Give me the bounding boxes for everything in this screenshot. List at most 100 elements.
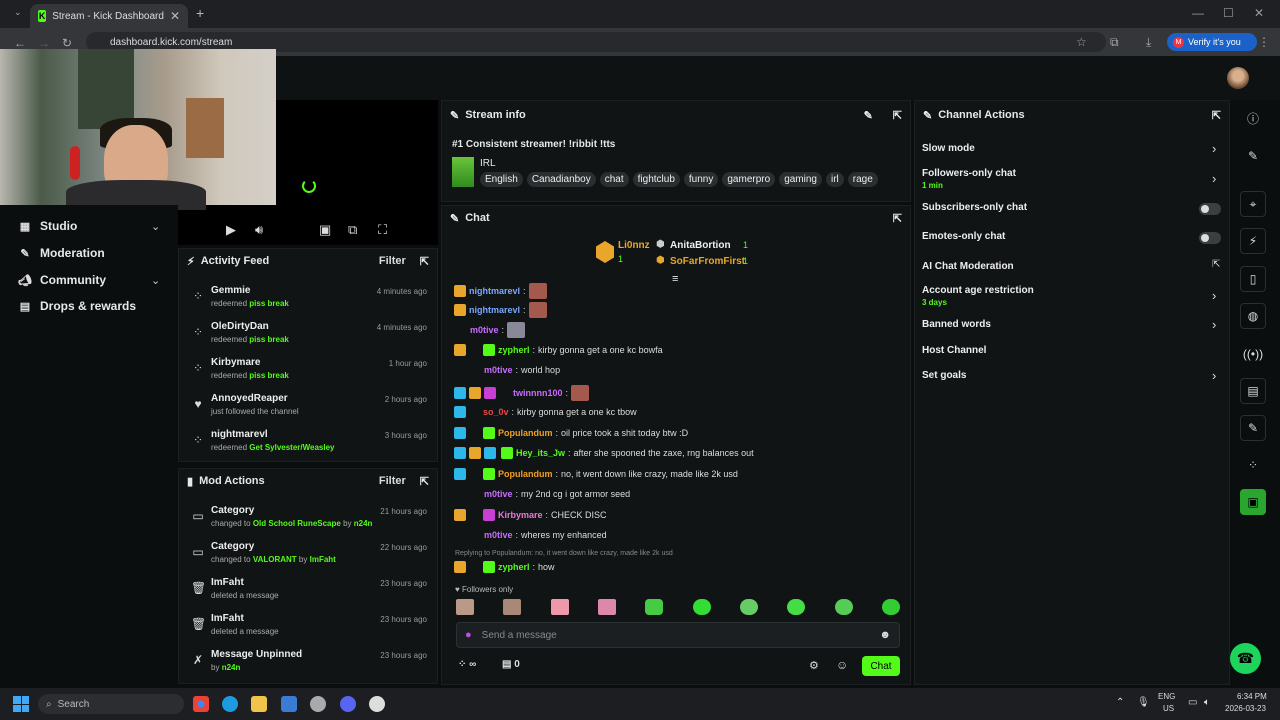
action-banned-words[interactable]: Banned words xyxy=(922,319,991,330)
leader-name[interactable]: Li0nnz xyxy=(618,240,650,251)
discord-icon[interactable] xyxy=(340,696,356,712)
popout-icon[interactable]: ⇱ xyxy=(893,109,902,122)
info-icon[interactable]: ⓘ xyxy=(1240,105,1266,131)
close-tab-icon[interactable]: ✕ xyxy=(170,9,180,23)
lang-label[interactable]: ENG xyxy=(1158,692,1175,701)
chat-username[interactable]: so_0v xyxy=(483,407,509,417)
chat-username[interactable]: Hey_its_Jw xyxy=(516,448,565,458)
close-window-icon[interactable]: ✕ xyxy=(1254,6,1264,20)
stream-category[interactable]: IRL xyxy=(480,158,496,169)
action-ai-moderation[interactable]: AI Chat Moderation xyxy=(922,261,1014,272)
emote-icon[interactable] xyxy=(645,599,664,615)
chevron-right-icon[interactable]: › xyxy=(1212,288,1216,303)
sidebar-item-community[interactable]: 📣︎ Community xyxy=(18,273,106,287)
external-link-icon[interactable]: ⇱ xyxy=(1212,259,1220,270)
menu-kebab-icon[interactable]: ⋮ xyxy=(1258,35,1270,49)
download-icon[interactable]: ⤓ xyxy=(1146,35,1151,50)
emotes-only-toggle[interactable] xyxy=(1199,232,1221,244)
chrome-icon[interactable] xyxy=(193,696,209,712)
chat-username[interactable]: Populandum xyxy=(498,428,553,438)
chevron-right-icon[interactable]: › xyxy=(1212,171,1216,186)
theater-mode-icon[interactable]: ▣ xyxy=(319,222,331,238)
action-account-age[interactable]: Account age restriction 3 days xyxy=(922,285,1034,307)
action-slow-mode[interactable]: Slow mode xyxy=(922,143,975,154)
chevron-right-icon[interactable]: › xyxy=(1212,317,1216,332)
chat-username[interactable]: m0tive xyxy=(484,489,513,499)
emote-picker-icon[interactable]: ☺ xyxy=(836,658,848,672)
chat-username[interactable]: zypherl xyxy=(498,562,530,572)
maximize-icon[interactable]: ☐ xyxy=(1223,6,1234,20)
activity-user[interactable]: OleDirtyDan xyxy=(211,321,269,332)
extensions-icon[interactable]: ⧉ xyxy=(1110,35,1119,50)
bolt-icon[interactable]: ⚡︎ xyxy=(1240,228,1266,254)
back-icon[interactable]: ← xyxy=(14,36,26,50)
emote-icon[interactable] xyxy=(881,599,900,615)
action-followers-only[interactable]: Followers-only chat 1 min xyxy=(922,168,1016,190)
microphone-icon[interactable]: ● xyxy=(465,629,472,641)
chevron-down-icon[interactable]: ⌄ xyxy=(151,220,160,233)
help-chat-button[interactable]: ☎︎ xyxy=(1230,643,1261,674)
app-icon[interactable] xyxy=(310,696,326,712)
action-host-channel[interactable]: Host Channel xyxy=(922,345,986,356)
chat-username[interactable]: zypherl xyxy=(498,345,530,355)
popout-icon[interactable]: ⇱ xyxy=(893,212,902,225)
leader-name[interactable]: AnitaBortion xyxy=(670,240,731,251)
emote-icon[interactable] xyxy=(834,599,853,615)
points-icon[interactable]: ⁘ xyxy=(1240,452,1266,478)
popout-icon[interactable]: ⇱ xyxy=(1212,109,1221,122)
obs-icon[interactable] xyxy=(369,696,385,712)
minimize-icon[interactable]: — xyxy=(1192,6,1204,20)
edge-icon[interactable] xyxy=(222,696,238,712)
emote-icon[interactable] xyxy=(787,599,806,615)
verify-button[interactable]: M Verify it's you xyxy=(1167,33,1257,51)
wrench-icon[interactable]: ✎ xyxy=(1240,415,1266,441)
network-icon[interactable]: ▭ xyxy=(1188,697,1197,708)
send-chat-button[interactable]: Chat xyxy=(862,656,900,676)
tab-list-icon[interactable]: ⌄ xyxy=(14,7,22,18)
activity-user[interactable]: Gemmie xyxy=(211,285,250,296)
file-explorer-icon[interactable] xyxy=(251,696,267,712)
target-icon[interactable]: ⌖ xyxy=(1240,191,1266,217)
document-icon[interactable]: ▯ xyxy=(1240,266,1266,292)
edit-icon[interactable]: ✎ xyxy=(1240,143,1266,169)
leader-name[interactable]: SoFarFromFirst xyxy=(670,256,745,267)
chat-username[interactable]: nightmarevl xyxy=(469,305,520,315)
chevron-down-icon[interactable]: ⌄ xyxy=(151,274,160,287)
chevron-right-icon[interactable]: › xyxy=(1212,141,1216,156)
chat-username[interactable]: twinnnn100 xyxy=(513,388,563,398)
activity-user[interactable]: AnnoyedReaper xyxy=(211,393,288,404)
broadcast-icon[interactable]: ((•)) xyxy=(1240,341,1266,367)
chat-input[interactable]: ● Send a message ☻ xyxy=(456,622,900,648)
chat-username[interactable]: m0tive xyxy=(470,325,499,335)
pip-icon[interactable]: ⧉ xyxy=(348,222,357,238)
popout-icon[interactable]: ⇱ xyxy=(420,255,429,268)
sidebar-item-drops[interactable]: ▤ Drops & rewards xyxy=(18,299,136,313)
chat-settings-gear-icon[interactable]: ⚙ xyxy=(809,659,819,672)
avatar[interactable] xyxy=(1227,67,1249,89)
play-icon[interactable]: ▶ xyxy=(226,222,236,238)
fullscreen-icon[interactable]: ⛶ xyxy=(378,222,387,238)
emote-icon[interactable] xyxy=(739,599,758,615)
gift-indicator[interactable]: ▤ 0 xyxy=(502,659,520,670)
chat-username[interactable]: m0tive xyxy=(484,365,513,375)
collapse-leaderboard-icon[interactable]: ≡ xyxy=(672,273,678,285)
tray-chevron-icon[interactable]: ⌃ xyxy=(1116,697,1124,708)
forward-icon[interactable]: → xyxy=(38,36,50,50)
activity-user[interactable]: nightmarevl xyxy=(211,429,268,440)
emote-icon[interactable] xyxy=(692,599,711,615)
filter-button[interactable]: Filter xyxy=(379,255,406,267)
layout-icon[interactable]: ▤ xyxy=(1240,378,1266,404)
emoji-icon[interactable]: ☻ xyxy=(879,629,891,641)
mic-icon[interactable]: 🎙︎ xyxy=(1137,697,1150,708)
points-indicator[interactable]: ⁘ ∞ xyxy=(458,659,476,670)
emote-icon[interactable] xyxy=(503,599,522,615)
app-icon[interactable] xyxy=(281,696,297,712)
browser-tab[interactable]: K Stream - Kick Dashboard ✕ xyxy=(30,4,188,28)
sidebar-item-moderation[interactable]: ✎ Moderation xyxy=(18,246,104,260)
clock-time[interactable]: 6:34 PM xyxy=(1237,692,1267,701)
volume-icon[interactable]: 🔊︎ xyxy=(255,222,263,238)
emote-icon[interactable] xyxy=(550,599,569,615)
subscribers-only-toggle[interactable] xyxy=(1199,203,1221,215)
bookmark-star-icon[interactable]: ☆ xyxy=(1076,35,1087,49)
chat-username[interactable]: nightmarevl xyxy=(469,286,520,296)
